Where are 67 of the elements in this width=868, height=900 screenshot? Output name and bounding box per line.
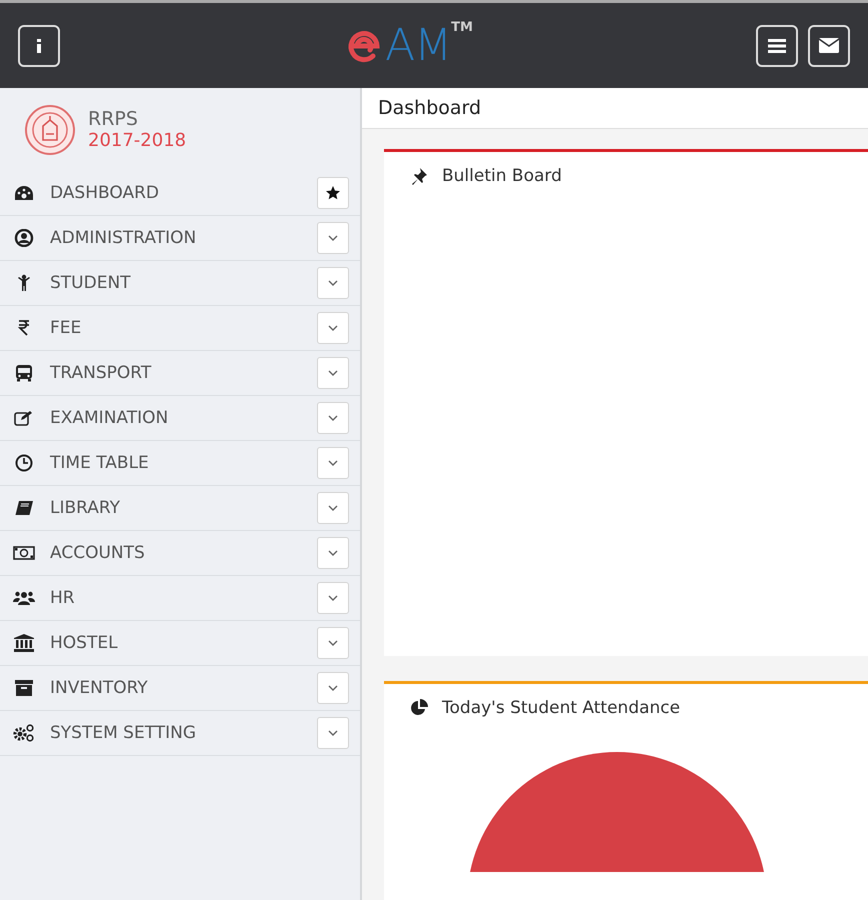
- expand-button[interactable]: [317, 402, 349, 434]
- sidebar-item[interactable]: DASHBOARD: [50, 183, 317, 203]
- chevron-down-icon: [328, 460, 338, 466]
- sidebar-item[interactable]: EXAMINATION: [50, 408, 317, 428]
- expand-button[interactable]: [317, 582, 349, 614]
- pushpin-icon: [410, 167, 428, 185]
- sidebar-item[interactable]: STUDENT: [50, 273, 317, 293]
- chevron-down-icon: [328, 685, 338, 691]
- chevron-down-icon: [328, 235, 338, 241]
- sidebar-item[interactable]: ACCOUNTS: [50, 543, 317, 563]
- archive-box-icon: [14, 679, 34, 697]
- child-figure-icon: [17, 274, 31, 292]
- school-emblem-icon: [24, 104, 76, 156]
- expand-button[interactable]: [317, 267, 349, 299]
- expand-button[interactable]: [317, 447, 349, 479]
- rupee-icon: [18, 320, 30, 336]
- mail-button[interactable]: [808, 24, 850, 66]
- sidebar-item[interactable]: INVENTORY: [50, 678, 317, 698]
- expand-button[interactable]: [317, 627, 349, 659]
- sidebar-item[interactable]: TIME TABLE: [50, 453, 317, 473]
- book-icon: [14, 500, 34, 516]
- chevron-down-icon: [328, 415, 338, 421]
- star-icon: [326, 186, 340, 200]
- menu-icon: [768, 38, 786, 52]
- expand-button[interactable]: [317, 537, 349, 569]
- sidebar-item[interactable]: HR: [50, 588, 317, 608]
- sidebar-item[interactable]: ADMINISTRATION: [50, 228, 317, 248]
- chevron-down-icon: [328, 730, 338, 736]
- clock-icon: [15, 454, 33, 472]
- favorite-button[interactable]: [317, 177, 349, 209]
- chevron-down-icon: [328, 640, 338, 646]
- expand-button[interactable]: [317, 492, 349, 524]
- gears-icon: [13, 724, 35, 742]
- users-icon: [13, 590, 35, 606]
- sidebar-item[interactable]: TRANSPORT: [50, 363, 317, 383]
- sidebar-item[interactable]: LIBRARY: [50, 498, 317, 518]
- trademark-text: TM: [451, 20, 473, 34]
- chevron-down-icon: [328, 280, 338, 286]
- page-title: Dashboard: [378, 97, 482, 119]
- pie-chart-icon: [410, 699, 428, 717]
- chevron-down-icon: [328, 550, 338, 556]
- chevron-down-icon: [328, 595, 338, 601]
- chevron-down-icon: [328, 370, 338, 376]
- panel-title: Bulletin Board: [442, 166, 562, 186]
- logo-text: AM: [385, 24, 452, 68]
- bus-icon: [15, 364, 33, 382]
- expand-button[interactable]: [317, 717, 349, 749]
- expand-button[interactable]: [317, 357, 349, 389]
- session-year: 2017-2018: [88, 130, 186, 151]
- info-icon: [37, 38, 41, 52]
- panel-title: Today's Student Attendance: [442, 698, 680, 718]
- money-icon: [13, 546, 35, 560]
- sidebar-item[interactable]: FEE: [50, 318, 317, 338]
- sidebar-item[interactable]: HOSTEL: [50, 633, 317, 653]
- info-button[interactable]: [18, 24, 60, 66]
- envelope-icon: [819, 38, 839, 53]
- expand-button[interactable]: [317, 312, 349, 344]
- edit-icon: [14, 410, 34, 426]
- menu-button[interactable]: [756, 24, 798, 66]
- dashboard-gauge-icon: [14, 185, 34, 201]
- chevron-down-icon: [328, 325, 338, 331]
- sidebar-item[interactable]: SYSTEM SETTING: [50, 723, 317, 743]
- school-name: RRPS: [88, 108, 139, 130]
- chevron-down-icon: [328, 505, 338, 511]
- bank-building-icon: [13, 634, 35, 652]
- expand-button[interactable]: [317, 672, 349, 704]
- expand-button[interactable]: [317, 222, 349, 254]
